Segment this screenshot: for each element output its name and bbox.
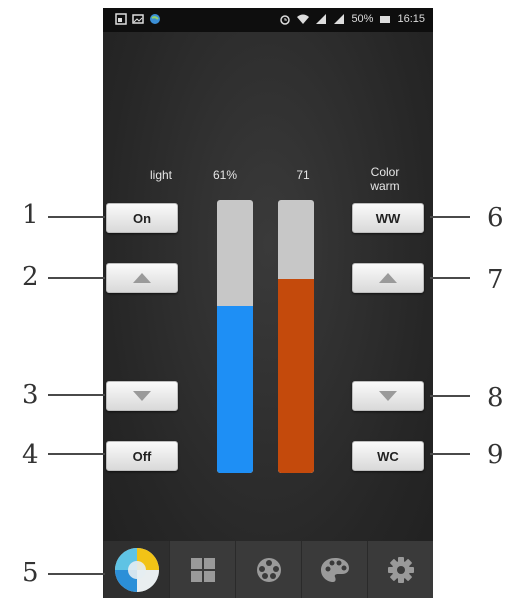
warmth-down-button[interactable]	[352, 381, 424, 411]
clock: 16:15	[397, 13, 425, 25]
nav-film-reel[interactable]	[235, 541, 301, 598]
leader-line-9	[430, 453, 470, 455]
brightness-level	[217, 306, 253, 473]
warmth-level	[278, 279, 314, 473]
battery-icon	[380, 16, 391, 23]
warmth-slider[interactable]	[278, 200, 314, 473]
warm-label: warm	[370, 179, 400, 193]
arrow-up-icon	[133, 273, 151, 283]
signal-icon	[316, 14, 327, 24]
status-bar: 50% 16:15	[103, 8, 433, 32]
arrow-down-icon	[379, 391, 397, 401]
notification-icon	[115, 13, 127, 25]
palette-icon	[320, 557, 349, 582]
leader-line-7	[430, 277, 470, 279]
arrow-up-icon	[379, 273, 397, 283]
callout-2: 2	[22, 262, 39, 292]
color-label: Color	[370, 165, 400, 179]
color-wheel-icon	[114, 547, 159, 592]
callout-9: 9	[487, 440, 504, 470]
nav-settings[interactable]	[367, 541, 433, 598]
callout-6: 6	[487, 203, 504, 233]
leader-line-6	[430, 216, 470, 218]
nav-color-wheel[interactable]	[103, 541, 169, 598]
callout-8: 8	[487, 383, 504, 413]
wifi-icon	[297, 14, 310, 24]
ww-button[interactable]: WW	[352, 203, 424, 233]
warmth-up-button[interactable]	[352, 263, 424, 293]
leader-line-5	[48, 573, 105, 575]
globe-icon	[150, 14, 160, 24]
leader-line-3	[48, 394, 105, 396]
light-label: light	[149, 168, 172, 182]
leader-line-8	[430, 395, 470, 397]
grid-icon	[190, 557, 215, 582]
wc-button[interactable]: WC	[352, 441, 424, 471]
leader-line-2	[48, 277, 105, 279]
leader-line-4	[48, 453, 105, 455]
warmth-value: 71	[296, 168, 310, 182]
brightness-down-button[interactable]	[106, 381, 178, 411]
brightness-up-button[interactable]	[106, 263, 178, 293]
battery-percent: 50%	[351, 13, 374, 25]
brightness-value: 61%	[212, 168, 238, 182]
callout-4: 4	[22, 440, 39, 470]
gear-icon	[387, 556, 414, 583]
on-button[interactable]: On	[106, 203, 178, 233]
callout-3: 3	[22, 380, 39, 410]
brightness-slider[interactable]	[217, 200, 253, 473]
nav-palette[interactable]	[301, 541, 367, 598]
nav-grid[interactable]	[169, 541, 235, 598]
image-icon	[132, 14, 144, 24]
callout-1: 1	[22, 200, 39, 230]
arrow-down-icon	[133, 391, 151, 401]
signal-icon-2	[334, 14, 345, 24]
callout-7: 7	[487, 265, 504, 295]
color-warm-label: Color warm	[349, 165, 421, 193]
film-reel-icon	[256, 557, 281, 582]
off-button[interactable]: Off	[106, 441, 178, 471]
phone-screen: 50% 16:15 light 61% 71 Color warm On Off…	[103, 8, 433, 598]
alarm-icon	[280, 15, 291, 25]
leader-line-1	[48, 216, 105, 218]
callout-5: 5	[22, 558, 39, 588]
bottom-nav	[103, 541, 433, 598]
